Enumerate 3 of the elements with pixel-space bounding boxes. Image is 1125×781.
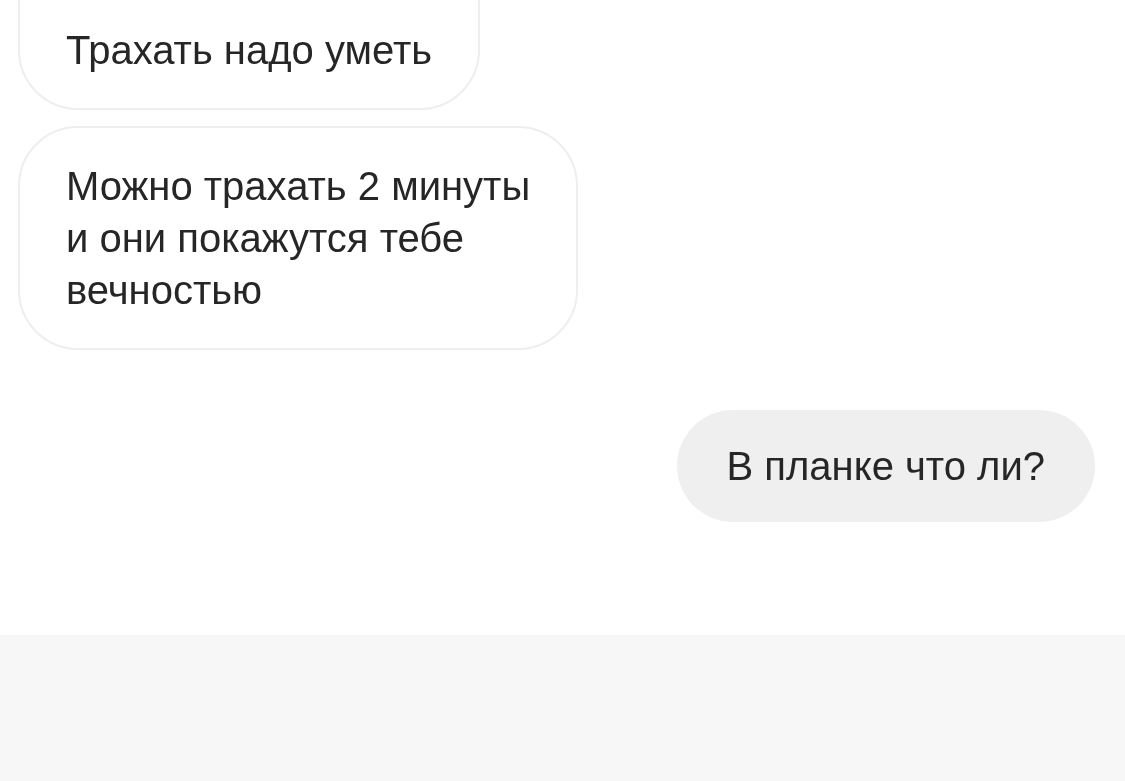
received-message: Можно трахать 2 минуты и они покажутся тебе вечностью: [18, 126, 579, 350]
received-message: Трахать надо уметь: [18, 0, 481, 110]
sent-message: В планке что ли?: [676, 410, 1095, 522]
